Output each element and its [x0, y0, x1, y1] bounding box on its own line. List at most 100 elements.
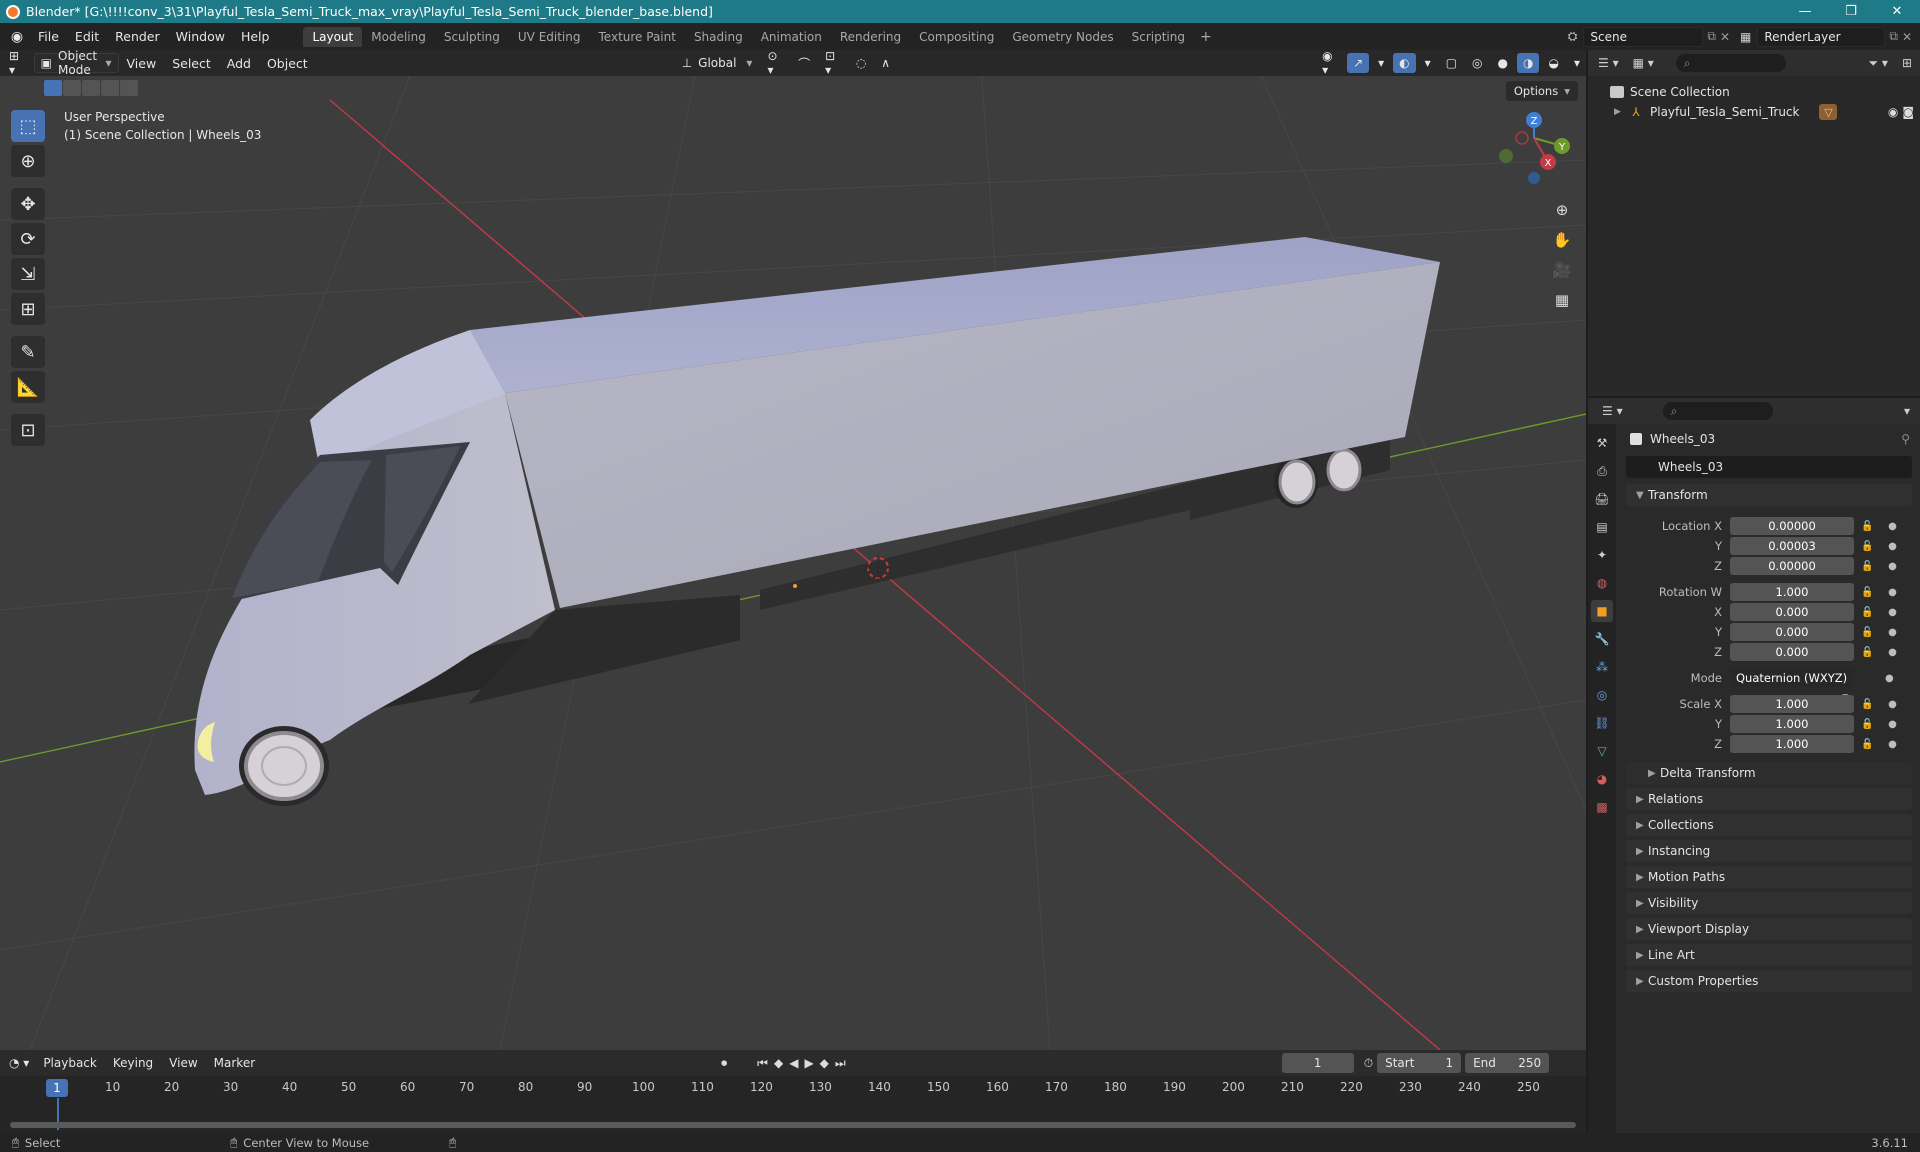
options-dropdown[interactable]: Options ▾: [1505, 81, 1578, 101]
timeline-menu-marker[interactable]: Marker: [206, 1056, 263, 1070]
properties-editor-icon[interactable]: ☰ ▾: [1602, 404, 1623, 418]
location-x-field[interactable]: 0.00000: [1730, 517, 1854, 535]
stopwatch-icon[interactable]: ⏱: [1364, 1056, 1373, 1071]
keyframe-dot-icon[interactable]: ●: [1888, 739, 1897, 750]
add-cube-tool-icon[interactable]: ⊡: [11, 414, 45, 446]
output-tab-icon[interactable]: 🖨: [1591, 488, 1613, 510]
rotation-x-field[interactable]: 0.000: [1730, 603, 1854, 621]
display-mode-icon[interactable]: ▦ ▾: [1633, 56, 1654, 70]
snap-toggle-icon[interactable]: ⌒: [792, 53, 816, 73]
cursor-tool-icon[interactable]: ⊕: [11, 145, 45, 177]
mode-dropdown[interactable]: ▣ Object Mode ▾: [33, 50, 119, 77]
data-tab-icon[interactable]: ▽: [1591, 740, 1613, 762]
viewport-menu-object[interactable]: Object: [259, 56, 316, 71]
camera-render-icon[interactable]: ◙: [1902, 105, 1914, 119]
play-icon[interactable]: ▶: [804, 1056, 819, 1070]
timeline-menu-view[interactable]: View: [161, 1056, 205, 1070]
rotation-mode-dropdown[interactable]: Quaternion (WXYZ) ▾: [1730, 669, 1854, 703]
viewport-menu-select[interactable]: Select: [164, 56, 219, 71]
menu-help[interactable]: Help: [233, 29, 278, 44]
viewport-display-panel-header[interactable]: ▶ Viewport Display: [1626, 918, 1912, 940]
keyframe-dot-icon[interactable]: ●: [1888, 627, 1897, 638]
lock-icon[interactable]: 🔓: [1861, 719, 1873, 730]
keyframe-dot-icon[interactable]: ●: [1888, 521, 1897, 532]
keyframe-dot-icon[interactable]: ●: [1888, 587, 1897, 598]
tab-texture-paint[interactable]: Texture Paint: [590, 27, 685, 47]
eye-visibility-icon[interactable]: ◉: [1888, 105, 1898, 119]
proportional-edit-icon[interactable]: ◌: [850, 53, 872, 73]
tab-sculpting[interactable]: Sculpting: [435, 27, 509, 47]
lock-icon[interactable]: 🔓: [1861, 587, 1873, 598]
render-layer-new-icon[interactable]: ⧉: [1889, 29, 1898, 44]
prev-keyframe-icon[interactable]: ◆: [774, 1056, 789, 1070]
new-collection-icon[interactable]: ⊞: [1902, 56, 1912, 70]
lock-icon[interactable]: 🔓: [1861, 521, 1873, 532]
pivot-point-icon[interactable]: ⊙ ▾: [761, 50, 789, 77]
scale-tool-icon[interactable]: ⇲: [11, 258, 45, 290]
gizmo-toggle-icon[interactable]: ↗: [1347, 53, 1370, 73]
menu-file[interactable]: File: [30, 29, 67, 44]
shading-solid-icon[interactable]: ●: [1492, 53, 1514, 73]
gizmo-neg-x[interactable]: [1515, 131, 1529, 145]
properties-options-icon[interactable]: ▾: [1904, 404, 1910, 418]
tab-rendering[interactable]: Rendering: [831, 27, 910, 47]
transform-panel-header[interactable]: ▼ Transform: [1626, 484, 1912, 506]
snap-target-icon[interactable]: ⊡ ▾: [819, 50, 847, 77]
properties-search-input[interactable]: ⌕: [1662, 402, 1773, 420]
timeline-menu-playback[interactable]: Playback: [35, 1056, 105, 1070]
particles-tab-icon[interactable]: ⁂: [1591, 656, 1613, 678]
tab-shading[interactable]: Shading: [685, 27, 752, 47]
tab-modeling[interactable]: Modeling: [362, 27, 435, 47]
measure-tool-icon[interactable]: 📐: [11, 371, 45, 403]
timeline-scrollbar[interactable]: [10, 1122, 1576, 1128]
tab-compositing[interactable]: Compositing: [910, 27, 1003, 47]
lock-icon[interactable]: 🔓: [1861, 561, 1873, 572]
menu-render[interactable]: Render: [107, 29, 168, 44]
lock-icon[interactable]: 🔓: [1861, 739, 1873, 750]
instancing-panel-header[interactable]: ▶ Instancing: [1626, 840, 1912, 862]
visibility-icon[interactable]: ◉ ▾: [1316, 50, 1344, 77]
constraints-tab-icon[interactable]: ⛓: [1591, 712, 1613, 734]
scene-field[interactable]: Scene: [1583, 26, 1704, 47]
motion-paths-panel-header[interactable]: ▶ Motion Paths: [1626, 866, 1912, 888]
minimize-button[interactable]: —: [1782, 0, 1828, 23]
3d-viewport[interactable]: Z Y X ⊞ ▾ ▣ Object Mode ▾ View Select Ad…: [0, 50, 1586, 1050]
collections-panel-header[interactable]: ▶ Collections: [1626, 814, 1912, 836]
scene-tab-icon[interactable]: ✦: [1591, 544, 1613, 566]
modifier-icon[interactable]: ▽: [1819, 104, 1838, 120]
timeline-menu-keying[interactable]: Keying: [105, 1056, 161, 1070]
rotation-z-field[interactable]: 0.000: [1730, 643, 1854, 661]
scale-z-field[interactable]: 1.000: [1730, 735, 1854, 753]
outliner-editor-icon[interactable]: ☰ ▾: [1598, 56, 1619, 70]
object-name-field[interactable]: Wheels_03: [1626, 456, 1912, 478]
tool-tab-icon[interactable]: ⚒: [1591, 432, 1613, 454]
add-workspace-icon[interactable]: +: [1200, 29, 1212, 45]
gizmo-neg-z[interactable]: [1528, 172, 1540, 184]
select-extend-icon[interactable]: [63, 80, 81, 96]
select-invert-icon[interactable]: [101, 80, 119, 96]
keyframe-dot-icon[interactable]: ●: [1888, 647, 1897, 658]
scene-new-icon[interactable]: ⧉: [1707, 29, 1716, 44]
expand-arrow-icon[interactable]: ▶: [1614, 107, 1628, 117]
shading-dropdown-icon[interactable]: ▾: [1568, 53, 1586, 73]
record-icon[interactable]: ⏺: [721, 1056, 727, 1071]
viewport-menu-add[interactable]: Add: [219, 56, 259, 71]
overlay-toggle-icon[interactable]: ◐: [1393, 53, 1416, 73]
scene-remove-icon[interactable]: ✕: [1720, 30, 1730, 44]
visibility-panel-header[interactable]: ▶ Visibility: [1626, 892, 1912, 914]
ortho-grid-icon[interactable]: ▦: [1548, 286, 1576, 314]
lock-icon[interactable]: 🔓: [1861, 627, 1873, 638]
zoom-icon[interactable]: ⊕: [1548, 196, 1576, 224]
lock-icon[interactable]: 🔓: [1861, 541, 1873, 552]
scale-x-field[interactable]: 1.000: [1730, 695, 1854, 713]
rotate-tool-icon[interactable]: ⟳: [11, 223, 45, 255]
jump-end-icon[interactable]: ⏭: [835, 1056, 852, 1070]
tab-animation[interactable]: Animation: [752, 27, 831, 47]
texture-tab-icon[interactable]: ▩: [1591, 796, 1613, 818]
tab-layout[interactable]: Layout: [303, 26, 363, 47]
select-box-tool-icon[interactable]: ⬚: [11, 110, 45, 142]
gizmo-dropdown-icon[interactable]: ▾: [1372, 53, 1390, 73]
shading-rendered-icon[interactable]: ◒: [1542, 53, 1564, 73]
render-layer-remove-icon[interactable]: ✕: [1902, 30, 1912, 44]
play-reverse-icon[interactable]: ◀: [789, 1056, 804, 1070]
